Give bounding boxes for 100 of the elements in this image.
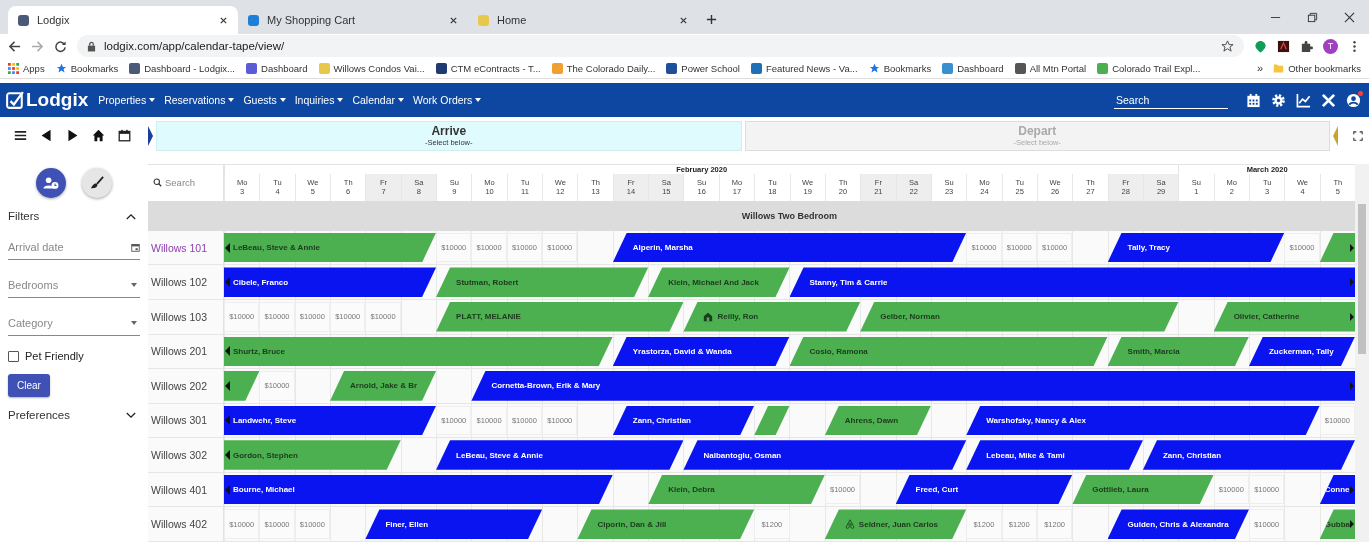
checkbox[interactable]	[8, 350, 19, 362]
reservation-bar[interactable]: Cornetta-Brown, Erik & Mary	[471, 371, 1355, 401]
reservation-bar[interactable]: Lebeau, Mike & Tami	[966, 440, 1143, 470]
bookmark-link[interactable]: Power School	[666, 62, 740, 74]
unit-name[interactable]: Willows 101	[148, 230, 224, 265]
line-chart-icon[interactable]	[1296, 92, 1311, 108]
more-bookmarks-button[interactable]: »	[1257, 62, 1264, 74]
reservation-bar[interactable]: Gottlieb, Laura	[1072, 474, 1214, 505]
bookmark-link[interactable]: Dashboard - Lodgix...	[129, 62, 235, 74]
caret-icon[interactable]	[131, 283, 137, 287]
settings-icon[interactable]	[1271, 92, 1286, 108]
reservation-bar[interactable]: Stanny, Tim & Carrie	[789, 267, 1355, 297]
unit-name[interactable]: Willows 402	[148, 507, 224, 541]
reservation-bar[interactable]: Gelber, Norman	[860, 301, 1179, 332]
unit-name[interactable]: Willows 301	[148, 403, 224, 438]
search-field[interactable]: Search	[1114, 91, 1228, 109]
nav-menu-item[interactable]: Guests	[243, 94, 286, 106]
reservation-bar[interactable]: Olivier, Catherine	[1213, 301, 1355, 332]
nav-menu-item[interactable]: Work Orders	[413, 94, 482, 106]
unit-name[interactable]: Willows 201	[148, 334, 224, 369]
next-icon[interactable]	[66, 129, 79, 142]
home-icon[interactable]	[92, 129, 105, 142]
reservation-bar[interactable]: Seldner, Juan Carlos	[824, 509, 967, 539]
guest-schedule-button[interactable]	[36, 168, 66, 198]
reservation-bar[interactable]: Zann, Christian	[612, 405, 755, 436]
calendar-icon[interactable]	[1246, 92, 1261, 108]
bookmark-link[interactable]: All Mtn Portal	[1014, 62, 1087, 74]
new-tab-icon[interactable]	[706, 14, 717, 25]
fullscreen-icon[interactable]	[1353, 130, 1363, 141]
reservation-bar[interactable]: Cibele, Franco	[224, 267, 437, 297]
filters-header[interactable]: Filters	[8, 210, 140, 222]
preferences-header[interactable]: Preferences	[8, 409, 140, 421]
profile-avatar[interactable]: T	[1323, 38, 1338, 54]
reservation-bar[interactable]: Cosio, Ramona	[789, 336, 1108, 367]
reservation-bar[interactable]: Freed, Curt	[895, 474, 1073, 505]
reservation-bar[interactable]: Arnold, Jake & Br	[330, 371, 437, 401]
bookmark-link[interactable]: Bookmarks	[868, 62, 932, 74]
bookmark-link[interactable]: Featured News - Va...	[750, 62, 858, 74]
browser-tab[interactable]: Lodgix	[8, 6, 238, 34]
pdf-extension-icon[interactable]	[1277, 39, 1290, 53]
nav-menu-item[interactable]: Calendar	[352, 94, 404, 106]
bookmark-link[interactable]: CTM eContracts - T...	[435, 62, 541, 74]
scrollbar[interactable]	[1355, 164, 1369, 542]
reservation-bar[interactable]: Klein, Michael And Jack	[648, 267, 790, 297]
nav-menu-item[interactable]: Inquiries	[294, 94, 344, 106]
reservation-bar[interactable]: Klein, Debra	[648, 474, 825, 505]
reservation-bar[interactable]: Smith, Marcia	[1107, 336, 1249, 367]
reservation-bar[interactable]: Yrastorza, David & Wanda	[612, 336, 790, 367]
date-field[interactable]: Arrival date	[8, 239, 129, 255]
star-icon[interactable]	[1221, 39, 1234, 53]
checkbox-option[interactable]: Pet Friendly	[8, 350, 140, 362]
menu-icon[interactable]	[14, 129, 27, 142]
reservation-bar[interactable]: Zuckerman, Tally	[1248, 336, 1355, 367]
reservation-bar[interactable]: Nalbantoglu, Osman	[683, 440, 967, 470]
unit-name[interactable]: Willows 401	[148, 472, 224, 507]
bookmark-link[interactable]: Colorado Trail Expl...	[1097, 62, 1201, 74]
address-bar[interactable]: lodgix.com/app/calendar-tape/view/	[77, 35, 1244, 57]
browser-tab[interactable]: Home	[468, 6, 698, 34]
reservation-bar[interactable]: Gordon, Stephen	[224, 440, 401, 470]
unit-name[interactable]: Willows 302	[148, 438, 224, 472]
browser-tab[interactable]: My Shopping Cart	[238, 6, 468, 34]
unit-name[interactable]: Willows 102	[148, 265, 224, 299]
reservation-bar[interactable]: Ahrens, Dawn	[824, 405, 931, 436]
close-icon[interactable]	[1344, 11, 1355, 23]
extension-icon[interactable]	[1254, 39, 1267, 53]
calendar-icon[interactable]	[118, 129, 131, 142]
bookmark-link[interactable]: The Colorado Daily...	[551, 62, 656, 74]
reservation-bar[interactable]: Ciporin, Dan & Jill	[577, 509, 755, 539]
calendar-icon[interactable]	[131, 242, 140, 252]
bookmark-link[interactable]: Dashboard	[246, 62, 308, 74]
back-arrow-icon[interactable]	[8, 39, 21, 53]
reservation-bar[interactable]	[224, 371, 260, 401]
clear-button[interactable]: Clear	[8, 374, 50, 397]
close-icon[interactable]	[449, 15, 458, 25]
app-logo[interactable]: Lodgix	[6, 89, 89, 111]
dropdown-field[interactable]: Bedrooms	[8, 277, 129, 293]
other-bookmarks-link[interactable]: Other bookmarks	[1273, 62, 1361, 74]
bookmark-link[interactable]: Apps	[8, 62, 45, 74]
reservation-bar[interactable]: Stutman, Robert	[436, 267, 649, 297]
user-account-icon[interactable]	[1346, 92, 1361, 108]
reservation-bar[interactable]: Landwehr, Steve	[224, 405, 437, 436]
previous-icon[interactable]	[40, 129, 53, 142]
close-icon[interactable]	[679, 15, 688, 25]
reservation-bar[interactable]: Zann, Christian	[1142, 440, 1355, 470]
reservation-bar[interactable]: Alperin, Marsha	[612, 232, 967, 263]
brush-button[interactable]	[82, 168, 112, 198]
reservation-bar[interactable]: Gulden, Chris & Alexandra	[1107, 509, 1249, 539]
puzzle-icon[interactable]	[1300, 39, 1313, 53]
unit-name[interactable]: Willows 103	[148, 299, 224, 334]
reservation-bar[interactable]: LeBeau, Steve & Annie	[436, 440, 684, 470]
reservation-bar[interactable]: Bourne, Michael	[224, 474, 613, 505]
bookmark-link[interactable]: Dashboard	[942, 62, 1004, 74]
reservation-bar[interactable]: Shurtz, Bruce	[224, 336, 613, 367]
reservation-bar[interactable]: Warshofsky, Nancy & Alex	[966, 405, 1320, 436]
nav-menu-item[interactable]: Reservations	[164, 94, 235, 106]
reservation-bar[interactable]: PLATT, MELANIE	[436, 301, 684, 332]
nav-menu-item[interactable]: Properties	[98, 94, 156, 106]
reload-icon[interactable]	[54, 39, 67, 53]
reservation-bar[interactable]: LeBeau, Steve & Annie	[224, 232, 437, 263]
bookmark-link[interactable]: Bookmarks	[55, 62, 119, 74]
